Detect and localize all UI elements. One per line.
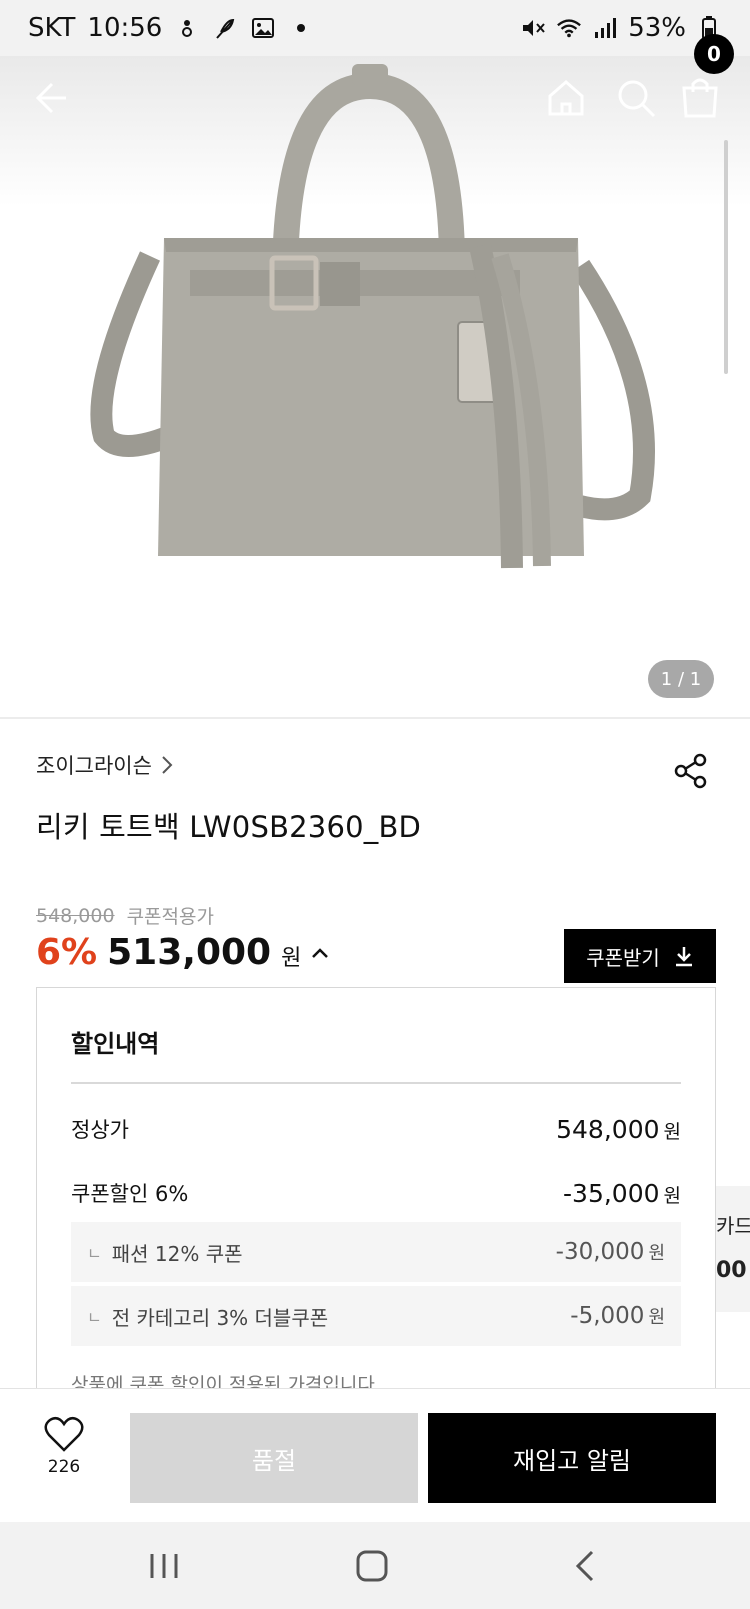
coupon-sub-row: ㄴ 패션 12% 쿠폰 -30,000 원: [71, 1222, 681, 1282]
side-peek-line1: 카드: [716, 1214, 750, 1238]
restock-alert-button[interactable]: 재입고 알림: [428, 1413, 716, 1503]
scroll-indicator: [724, 140, 728, 374]
price-meta: 548,000 쿠폰적용가: [36, 902, 214, 929]
panel-divider: [71, 1082, 681, 1084]
sub-label: ㄴ전 카테고리 3% 더블쿠폰: [87, 1305, 329, 1330]
section-divider: [0, 717, 750, 719]
carrier-label: SKT: [28, 13, 76, 43]
discount-details-panel: 할인내역 정상가 548,000 원 쿠폰할인 6% -35,000 원 ㄴ 패션 1…: [36, 987, 716, 1407]
gallery-page-indicator: 1 / 1: [648, 660, 714, 698]
currency-unit: 원: [281, 945, 302, 971]
share-icon[interactable]: [672, 752, 710, 790]
battery-percent: 53%: [628, 13, 686, 43]
row-value: -35,000 원: [563, 1178, 681, 1208]
regular-price-row: 정상가 548,000 원: [71, 1114, 681, 1144]
sub-label: ㄴ 패션 12% 쿠폰: [87, 1241, 243, 1266]
back-arrow-icon[interactable]: [32, 74, 80, 122]
sub-value: -30,000 원: [555, 1239, 665, 1265]
status-bar: SKT 10:56 53%: [0, 0, 750, 56]
product-title: 리키 토트백 LW0SB2360_BD: [36, 810, 422, 844]
sub-value: -5,000 원: [570, 1303, 665, 1329]
coupon-price-label: 쿠폰적용가: [126, 906, 214, 928]
product-image-area[interactable]: [0, 56, 750, 718]
cart-count-badge[interactable]: 0: [694, 34, 734, 74]
system-navigation-bar: [0, 1522, 750, 1609]
clock: 10:56: [87, 13, 163, 43]
bottom-action-bar: 226 품절 재입고 알림: [0, 1388, 750, 1522]
gallery-icon: [250, 15, 276, 41]
signal-icon: [592, 15, 618, 41]
brand-name: 조이그라이슨: [36, 754, 152, 778]
status-left: SKT 10:56: [28, 13, 520, 43]
coupon-button-label: 쿠폰받기: [586, 945, 660, 970]
corner-icon: ㄴ: [87, 1244, 102, 1263]
side-peek-card[interactable]: 카드 00: [716, 1186, 750, 1312]
notification-icon: [174, 15, 200, 41]
recent-apps-icon[interactable]: [144, 1546, 184, 1586]
wish-count: 226: [47, 1457, 81, 1477]
original-price: 548,000: [36, 904, 115, 927]
home-button-icon[interactable]: [352, 1546, 392, 1586]
wifi-icon: [556, 15, 582, 41]
panel-title: 할인내역: [71, 1030, 160, 1058]
row-label: 쿠폰할인 6%: [71, 1182, 189, 1206]
wish-button[interactable]: 226: [34, 1415, 94, 1495]
cart-icon[interactable]: [676, 74, 724, 122]
back-chevron-icon[interactable]: [566, 1546, 606, 1586]
chevron-right-icon: [162, 756, 173, 774]
coupon-download-button[interactable]: 쿠폰받기: [564, 929, 716, 983]
brand-link[interactable]: 조이그라이슨: [36, 750, 174, 780]
price-row: 6% 513,000 원: [36, 932, 329, 973]
coupon-discount-row: 쿠폰할인 6% -35,000 원: [71, 1178, 681, 1208]
row-label: 정상가: [71, 1118, 129, 1142]
download-icon: [675, 947, 692, 967]
mute-icon: [520, 15, 546, 41]
corner-icon: ㄴ: [87, 1308, 102, 1327]
soldout-button[interactable]: 품절: [130, 1413, 418, 1503]
side-peek-line2: 00: [716, 1258, 747, 1283]
coupon-sub-row: ㄴ전 카테고리 3% 더블쿠폰 -5,000 원: [71, 1286, 681, 1346]
heart-icon: [44, 1416, 84, 1452]
product-photo: [90, 64, 655, 569]
search-icon[interactable]: [612, 74, 660, 122]
caret-up-icon[interactable]: [311, 943, 329, 964]
discount-rate: 6%: [36, 932, 98, 973]
dot-icon: [288, 15, 314, 41]
top-navigation: [0, 56, 750, 144]
home-icon[interactable]: [542, 74, 590, 122]
sale-price: 513,000: [107, 932, 272, 973]
row-value: 548,000 원: [556, 1114, 681, 1144]
feather-icon: [212, 15, 238, 41]
status-right: 53%: [520, 13, 722, 43]
